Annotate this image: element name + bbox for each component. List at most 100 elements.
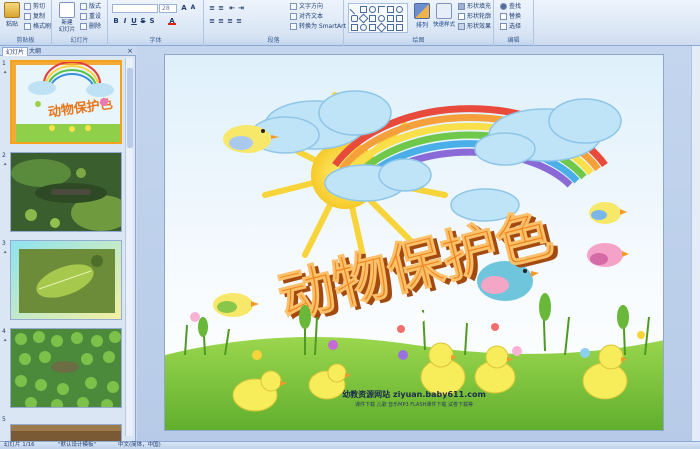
theme-name: "默认设计模板" (58, 442, 97, 448)
justify-button[interactable]: ≡ (235, 17, 243, 25)
thumbnail-1-image: 动物保护色 (12, 62, 120, 142)
thumbnail-3-image (11, 241, 121, 319)
font-size-combo[interactable]: 28 (159, 4, 177, 13)
slides-group: 新建 幻灯片 版式 重设 删除 幻灯片 (52, 0, 108, 46)
slide-editing-area: 动物保护色 动物保护色 幼教资源网站 ziyuan.baby611.com 课件… (137, 46, 700, 441)
align-left-button[interactable]: ≡ (208, 17, 216, 25)
shape-fill-button[interactable]: 形状填充 (458, 2, 491, 11)
grow-font-button[interactable]: A (180, 4, 188, 12)
layout-button[interactable]: 版式 (80, 2, 101, 11)
slide-canvas[interactable]: 动物保护色 动物保护色 幼教资源网站 ziyuan.baby611.com 课件… (164, 54, 664, 431)
copy-icon (24, 13, 31, 20)
slide-thumbnail-5[interactable] (10, 424, 122, 441)
shape-effects-button[interactable]: 形状效果 (458, 22, 491, 31)
thumbnail-4-image (11, 329, 121, 407)
paste-label: 粘贴 (5, 21, 18, 28)
effects-icon (458, 23, 465, 30)
close-pane-icon[interactable]: × (127, 47, 133, 55)
shrink-font-button[interactable]: A (189, 4, 197, 12)
clipboard-group: 粘贴 剪切 复制 格式刷 剪贴板 (0, 0, 52, 46)
convert-smartart-button[interactable]: 转换为 SmartArt (290, 22, 346, 31)
select-button[interactable]: 选择 (500, 22, 521, 31)
layout-icon (80, 3, 87, 10)
text-direction-button[interactable]: 文字方向 (290, 2, 323, 11)
pen-icon (458, 13, 465, 20)
underline-button[interactable]: U (130, 17, 138, 25)
cursor-icon (500, 23, 507, 30)
format-painter-button[interactable]: 格式刷 (24, 22, 51, 31)
reset-icon (80, 13, 87, 20)
scissors-icon (24, 3, 31, 10)
delete-button[interactable]: 删除 (80, 22, 101, 31)
increase-indent-button[interactable]: ⇥ (237, 4, 245, 12)
align-text-icon (290, 13, 297, 20)
align-right-button[interactable]: ≡ (226, 17, 234, 25)
bullets-button[interactable]: ≡ (208, 4, 216, 12)
animation-star-icon: ✦ (3, 338, 8, 344)
arrange-icon (414, 3, 430, 19)
arrange-button[interactable]: 排列 (411, 3, 433, 33)
paste-button[interactable]: 粘贴 (2, 2, 22, 36)
align-text-button[interactable]: 对齐文本 (290, 12, 323, 21)
paste-icon (4, 2, 20, 18)
delete-icon (80, 23, 87, 30)
slide-scrollbar[interactable] (691, 46, 700, 441)
font-color-button[interactable]: A (168, 17, 176, 25)
quick-styles-button[interactable]: 快速样式 (432, 3, 456, 33)
editing-group-label: 编辑 (494, 37, 533, 45)
language-indicator[interactable]: 中文(简体，中国) (118, 442, 161, 449)
paint-bucket-icon (458, 3, 465, 10)
binoculars-icon (500, 3, 507, 10)
text-direction-icon (290, 3, 297, 10)
clipboard-group-label: 剪贴板 (0, 37, 51, 45)
new-slide-icon (59, 2, 75, 18)
strikethrough-button[interactable]: S (139, 17, 147, 25)
shadow-button[interactable]: S (148, 17, 156, 25)
cut-button[interactable]: 剪切 (24, 2, 45, 11)
font-name-combo[interactable] (112, 4, 158, 13)
shapes-gallery[interactable] (348, 3, 408, 33)
pane-tabs: 幻灯片 大纲 × (0, 46, 136, 56)
paragraph-group: ≡ ≡ ⇤ ⇥ ≡ ≡ ≡ ≡ 文字方向 对齐文本 转换为 SmartArt 段… (204, 0, 346, 46)
website-line-1: 幼教资源网站 ziyuan.baby611.com (342, 390, 486, 399)
scrollbar-thumb[interactable] (127, 68, 133, 148)
animation-star-icon: ✦ (3, 250, 8, 256)
editing-group: 查找 替换 选择 编辑 (494, 0, 534, 46)
reset-button[interactable]: 重设 (80, 12, 101, 21)
website-line-2: 课件下载 儿歌 音乐MP3 FLASH课件下载 试卷下载等 (354, 402, 473, 408)
replace-button[interactable]: 替换 (500, 12, 521, 21)
copy-button[interactable]: 复制 (24, 12, 45, 21)
animation-star-icon: ✦ (3, 162, 8, 168)
slide-number: 4 (2, 328, 6, 335)
italic-button[interactable]: I (121, 17, 129, 25)
tab-outline[interactable]: 大纲 (26, 47, 44, 56)
smartart-icon (290, 23, 297, 30)
animation-star-icon: ✦ (3, 70, 8, 76)
pane-scrollbar[interactable] (125, 58, 133, 436)
brush-icon (24, 23, 31, 30)
find-button[interactable]: 查找 (500, 2, 521, 11)
font-group: 28 A A B I U S S A 字体 (108, 0, 204, 46)
align-center-button[interactable]: ≡ (217, 17, 225, 25)
thumbnail-2-image (11, 153, 121, 231)
slide-artwork: 动物保护色 动物保护色 (165, 55, 663, 430)
ribbon: 粘贴 剪切 复制 格式刷 剪贴板 新建 幻灯片 版式 重设 删除 幻灯片 28 … (0, 0, 700, 46)
slide-thumbnail-2[interactable] (10, 152, 122, 232)
slide-thumbnail-1[interactable]: 动物保护色 (10, 60, 122, 144)
shape-outline-button[interactable]: 形状轮廓 (458, 12, 491, 21)
numbering-button[interactable]: ≡ (217, 4, 225, 12)
tab-slides[interactable]: 幻灯片 (2, 47, 29, 56)
new-slide-button[interactable]: 新建 幻灯片 (56, 2, 78, 36)
slide-number: 1 (2, 60, 6, 67)
quick-styles-icon (436, 3, 452, 19)
drawing-group-label: 绘图 (344, 37, 493, 45)
decrease-indent-button[interactable]: ⇤ (228, 4, 236, 12)
slide-number: 5 (2, 416, 6, 423)
font-group-label: 字体 (108, 37, 203, 45)
slide-thumbnail-4[interactable] (10, 328, 122, 408)
slide-number: 3 (2, 240, 6, 247)
slide-thumbnail-3[interactable] (10, 240, 122, 320)
bold-button[interactable]: B (112, 17, 120, 25)
thumbnail-5-image (11, 425, 121, 441)
website-credit: 幼教资源网站 ziyuan.baby611.com 课件下载 儿歌 音乐MP3 … (165, 389, 663, 408)
